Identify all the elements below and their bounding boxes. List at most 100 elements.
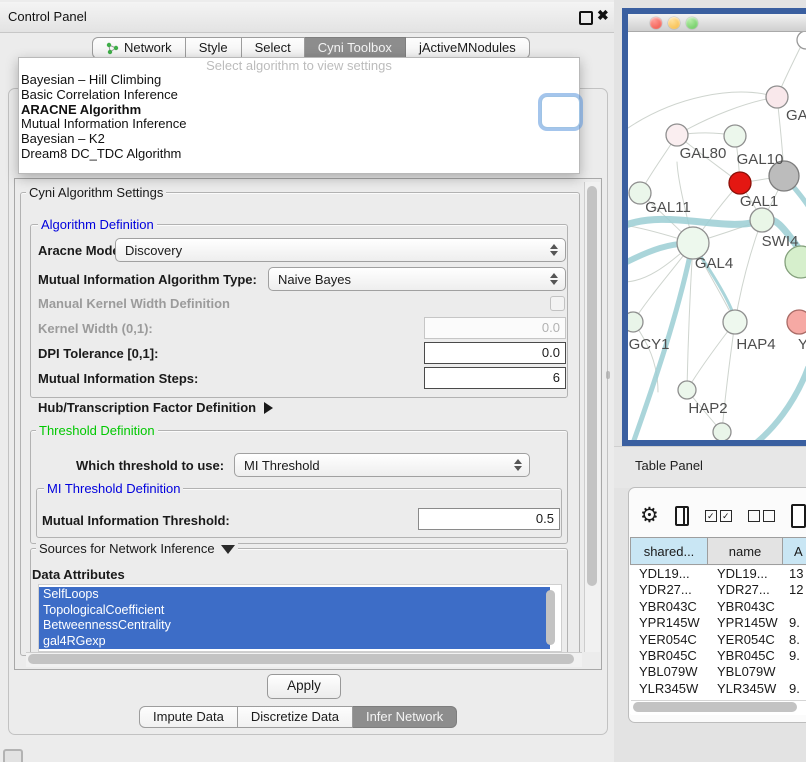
mi-threshold-input[interactable]: 0.5 (418, 508, 560, 530)
list-scrollbar-thumb[interactable] (546, 590, 555, 645)
network-node[interactable] (797, 32, 806, 49)
minimized-panel-icon[interactable] (3, 749, 23, 762)
network-edge[interactable] (628, 92, 777, 128)
mi-steps-label: Mutual Information Steps: (38, 371, 198, 386)
inference-algorithm-combobox-fragment[interactable] (541, 96, 580, 128)
settings-vertical-scrollbar-thumb[interactable] (587, 186, 597, 586)
mi-steps-input[interactable]: 6 (424, 367, 566, 389)
table-header: shared... name A (630, 537, 806, 565)
mi-algorithm-type-combobox[interactable]: Naive Bayes (268, 267, 566, 291)
expanded-arrow-icon (221, 545, 235, 554)
column-header-partial[interactable]: A (783, 537, 806, 565)
node-label: GCY1 (629, 336, 670, 353)
network-node[interactable] (729, 172, 751, 194)
tab-cyni-toolbox[interactable]: Cyni Toolbox (305, 37, 406, 59)
network-window-titlebar (628, 14, 806, 32)
tab-jactivemnodules[interactable]: jActiveMNodules (406, 37, 530, 59)
dpi-tolerance-input[interactable]: 0.0 (424, 342, 566, 364)
algorithm-option[interactable]: Bayesian – K2 (19, 132, 579, 147)
network-canvas[interactable]: GALGAL80GAL10GAL11GAL1SWI4GAL4GCY1HAP4YH… (628, 32, 806, 440)
network-edge[interactable] (744, 368, 806, 440)
network-node[interactable] (666, 124, 688, 146)
algorithm-definition-title: Algorithm Definition (38, 217, 157, 232)
table-cell: YPR145W (630, 615, 708, 631)
minimize-traffic-light-icon[interactable] (668, 17, 680, 29)
column-header-shared[interactable]: shared... (630, 537, 708, 565)
close-traffic-light-icon[interactable] (650, 17, 662, 29)
table-row[interactable]: YBR043CYBR043C (630, 599, 806, 615)
columns-icon[interactable] (675, 506, 689, 526)
export-table-icon[interactable] (791, 504, 806, 528)
mi-algorithm-type-label: Mutual Information Algorithm Type: (38, 272, 257, 287)
attribute-item[interactable]: BetweennessCentrality (39, 618, 550, 634)
table-cell: 8. (783, 632, 806, 648)
table-cell: YBR043C (630, 599, 708, 615)
network-node[interactable] (678, 381, 696, 399)
deselect-all-checkboxes-icon[interactable] (748, 510, 775, 522)
node-label: GAL80 (680, 145, 727, 162)
table-row[interactable]: YDR27...YDR27...12 (630, 582, 806, 598)
algorithm-option[interactable]: Bayesian – Hill Climbing (19, 73, 579, 88)
screenshot-stage: Control Panel ✖ Network Style Select Cyn… (0, 0, 806, 762)
zoom-traffic-light-icon[interactable] (686, 17, 698, 29)
tab-style[interactable]: Style (186, 37, 242, 59)
gear-icon[interactable]: ⚙ (640, 506, 659, 526)
panel-splitter-handle[interactable] (606, 371, 610, 379)
table-row[interactable]: YDL19...YDL19...13 (630, 566, 806, 582)
table-cell: YBL079W (630, 664, 708, 680)
network-node[interactable] (713, 423, 731, 440)
network-node[interactable] (628, 312, 643, 332)
tab-select[interactable]: Select (242, 37, 305, 59)
hub-definition-toggle[interactable]: Hub/Transcription Factor Definition (38, 400, 273, 415)
algorithm-option[interactable]: Dream8 DC_TDC Algorithm (19, 147, 579, 162)
kernel-width-input[interactable]: 0.0 (424, 317, 566, 339)
network-node[interactable] (785, 246, 806, 278)
table-cell: YDR27... (630, 582, 708, 598)
aracne-mode-combobox[interactable]: Discovery (115, 238, 566, 262)
table-cell: YPR145W (708, 615, 783, 631)
table-row[interactable]: YBL079WYBL079W (630, 664, 806, 680)
table-cell: YBR045C (630, 648, 708, 664)
algorithm-option[interactable]: Mutual Information Inference (19, 117, 579, 132)
float-window-icon[interactable] (579, 11, 593, 25)
combo-arrows-icon (550, 244, 558, 256)
algorithm-option-selected[interactable]: ARACNE Algorithm (19, 103, 579, 118)
which-threshold-combobox[interactable]: MI Threshold (234, 453, 530, 477)
table-row[interactable]: YBR045CYBR045C9. (630, 648, 806, 664)
network-node[interactable] (723, 310, 747, 334)
table-row[interactable]: YER054CYER054C8. (630, 632, 806, 648)
node-label: SWI4 (762, 233, 799, 250)
tab-network[interactable]: Network (92, 37, 186, 59)
column-header-name[interactable]: name (708, 537, 783, 565)
table-row[interactable]: YLR345WYLR345W9. (630, 681, 806, 697)
tab-discretize-data[interactable]: Discretize Data (238, 706, 353, 728)
tab-impute-data[interactable]: Impute Data (139, 706, 238, 728)
mi-threshold-group-title: MI Threshold Definition (44, 481, 183, 496)
attribute-item[interactable]: TopologicalCoefficient (39, 603, 550, 619)
network-edge[interactable] (735, 220, 762, 322)
network-node[interactable] (750, 208, 774, 232)
algorithm-option[interactable]: Basic Correlation Inference (19, 88, 579, 103)
network-node[interactable] (787, 310, 806, 334)
table-cell (783, 664, 806, 680)
network-node[interactable] (766, 86, 788, 108)
table-toolbar: ⚙ ✓✓ (640, 498, 806, 534)
apply-button[interactable]: Apply (267, 674, 341, 699)
table-cell: 13 (783, 566, 806, 582)
network-node[interactable] (724, 125, 746, 147)
attribute-item[interactable]: gal4RGexp (39, 634, 550, 650)
node-label: HAP4 (736, 336, 775, 353)
close-icon[interactable]: ✖ (597, 7, 609, 24)
select-all-checkboxes-icon[interactable]: ✓✓ (705, 510, 732, 522)
tab-infer-network[interactable]: Infer Network (353, 706, 457, 728)
table-horizontal-scrollbar-thumb[interactable] (633, 702, 797, 712)
attribute-item[interactable]: SelfLoops (39, 587, 550, 603)
sources-toggle[interactable]: Sources for Network Inference (36, 541, 238, 556)
node-label: GAL (786, 107, 806, 124)
table-cell: 9. (783, 681, 806, 697)
settings-horizontal-scrollbar-thumb[interactable] (28, 654, 574, 664)
data-attributes-list[interactable]: SelfLoops TopologicalCoefficient Between… (38, 584, 562, 652)
table-row[interactable]: YPR145WYPR145W9. (630, 615, 806, 631)
control-panel-title: Control Panel (8, 9, 87, 24)
manual-kernel-width-checkbox[interactable] (550, 296, 565, 311)
